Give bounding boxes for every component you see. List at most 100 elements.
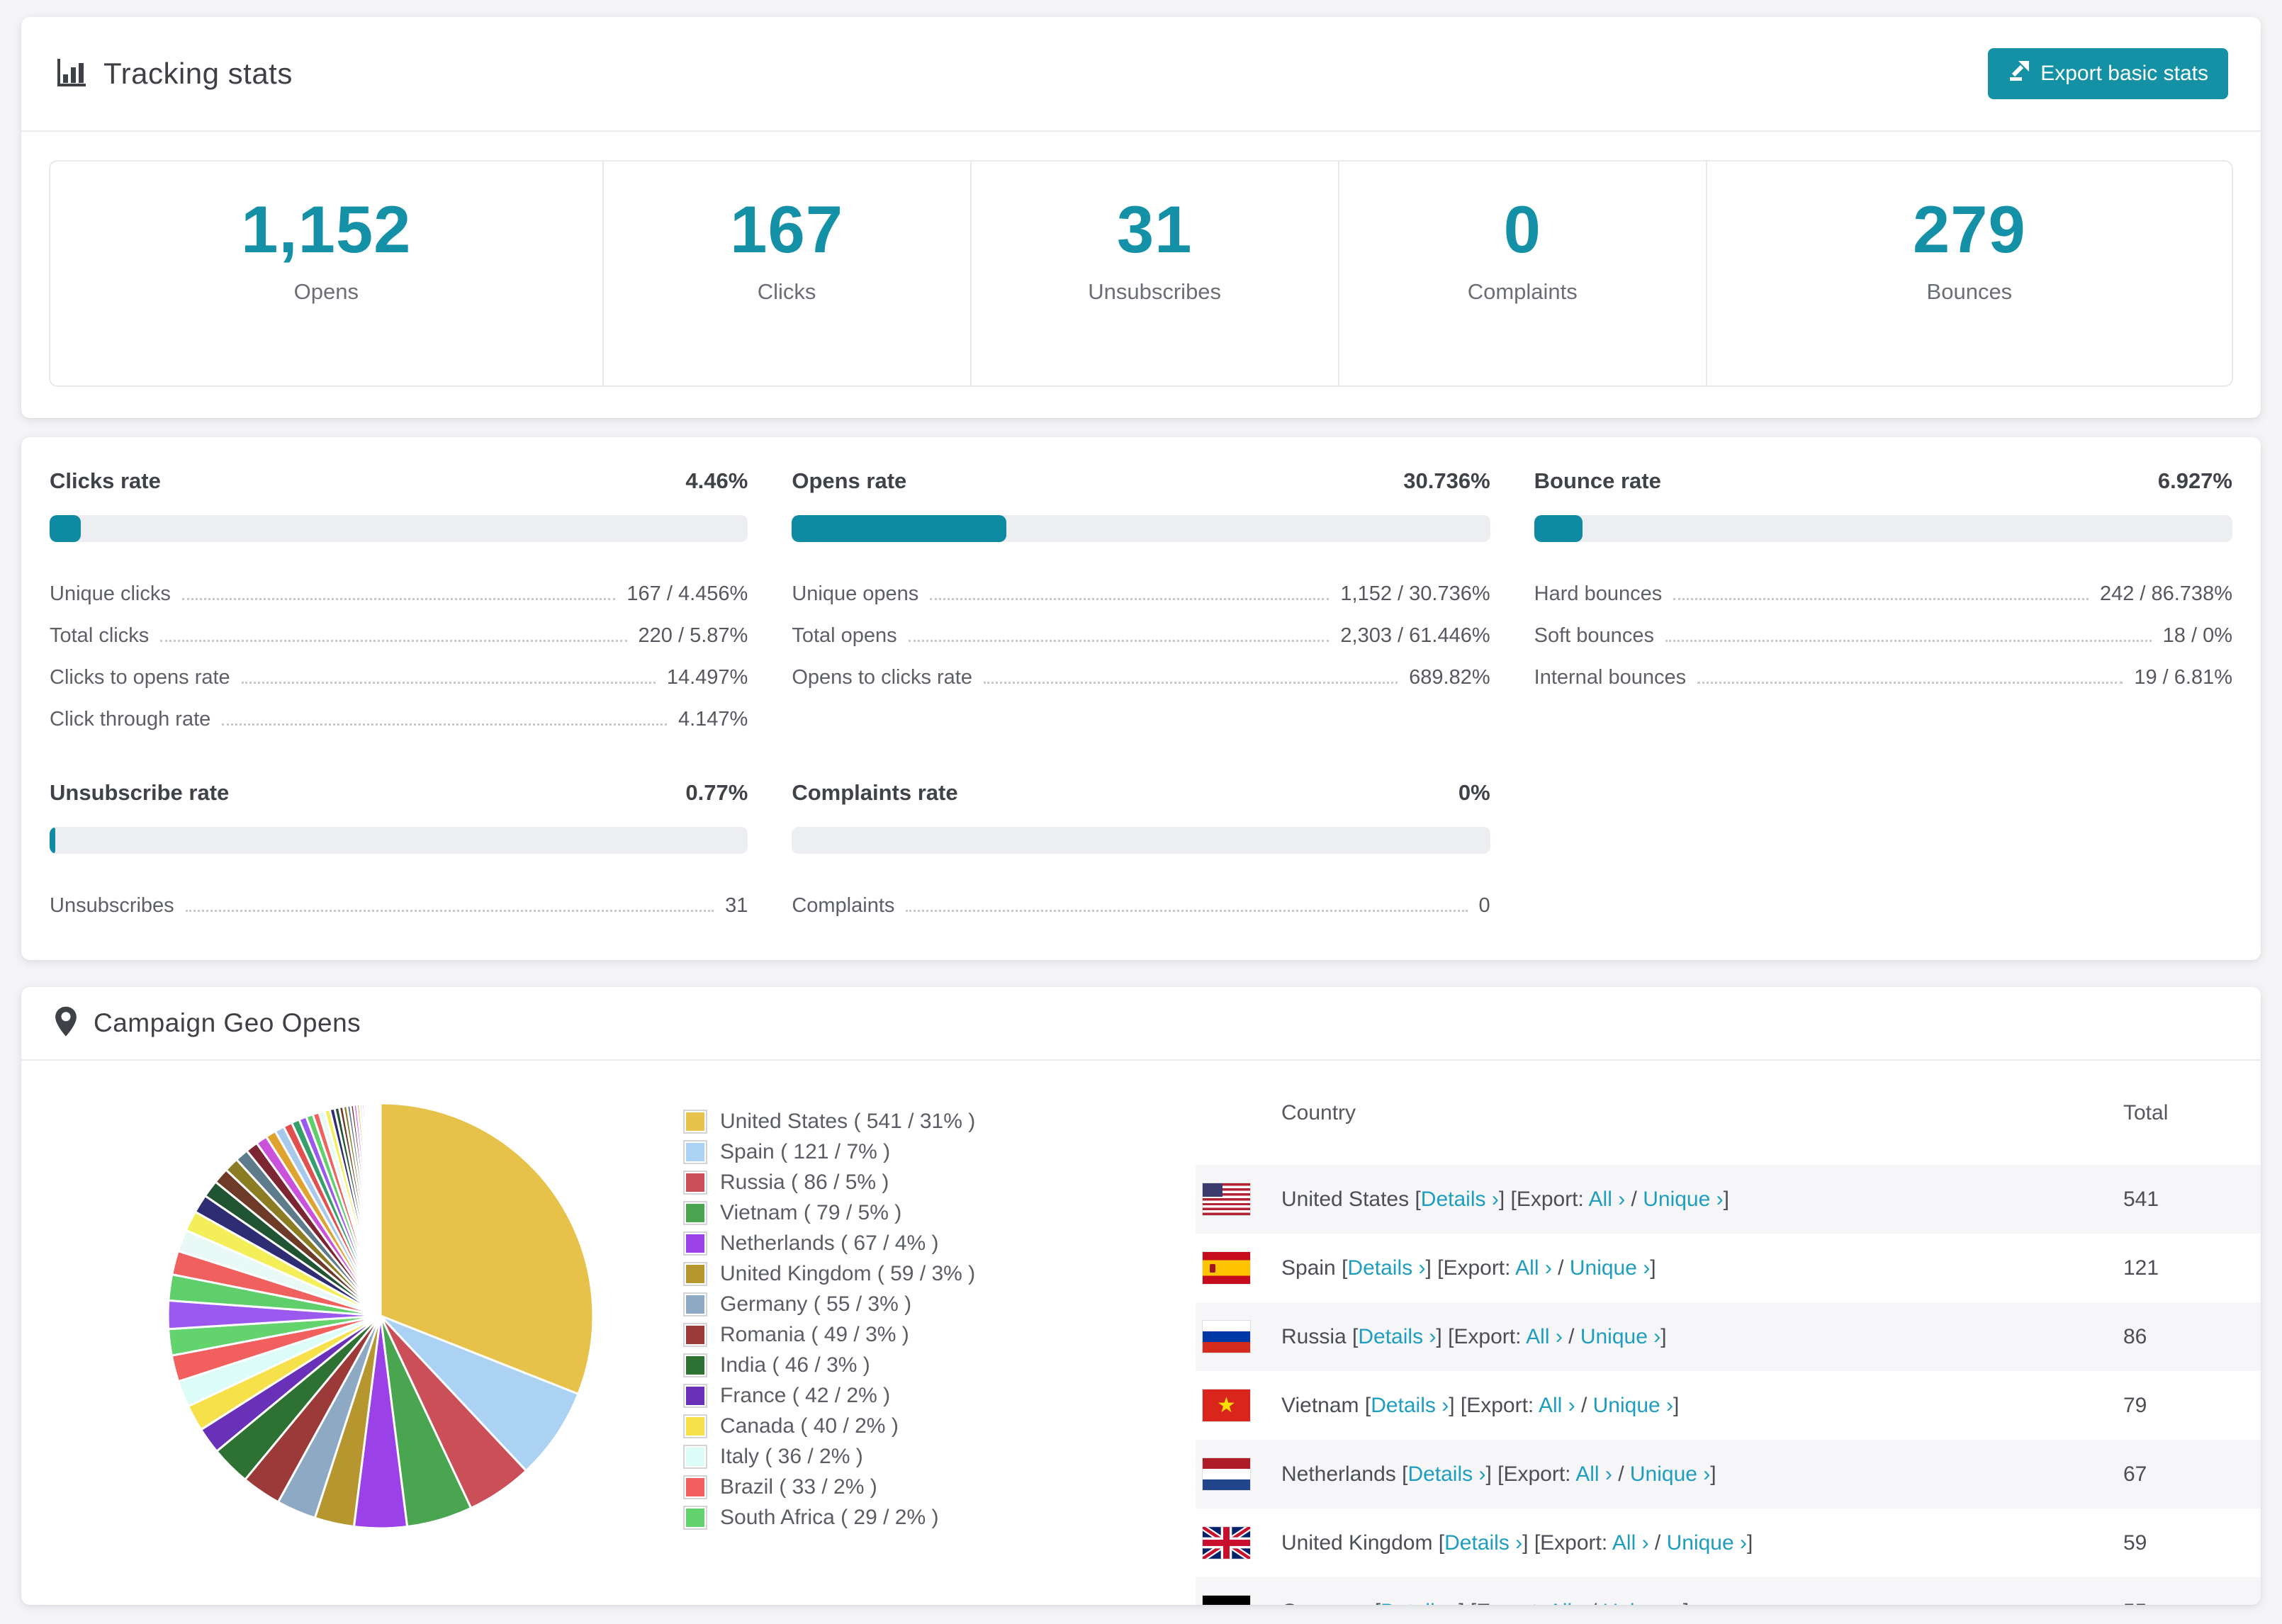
export-all-link[interactable]: All ›: [1539, 1394, 1575, 1417]
legend-item: Vietnam ( 79 / 5% ): [683, 1197, 975, 1228]
details-link[interactable]: Details ›: [1347, 1256, 1425, 1280]
export-all-link[interactable]: All ›: [1575, 1462, 1612, 1486]
flag-vietnam: ★: [1203, 1389, 1250, 1421]
legend-item: France ( 42 / 2% ): [683, 1380, 975, 1411]
table-row: Netherlands [Details ›] [Export: All › /…: [1196, 1440, 2261, 1509]
stat-row: Hard bounces 242 / 86.738%: [1534, 582, 2232, 605]
stat-row: Complaints 0: [792, 894, 1490, 917]
table-row: Germany [Details ›] [Export: All › / Uni…: [1196, 1577, 2261, 1605]
unsubscribe-rate-value: 0.77%: [685, 780, 748, 805]
export-all-link[interactable]: All ›: [1612, 1531, 1649, 1555]
stat-row: Soft bounces 18 / 0%: [1534, 624, 2232, 647]
flag-netherlands: [1203, 1458, 1250, 1490]
details-link[interactable]: Details ›: [1358, 1325, 1436, 1348]
table-row: Russia [Details ›] [Export: All › / Uniq…: [1196, 1302, 2261, 1371]
rates-card: Clicks rate 4.46% Unique clicks 167 / 4.4…: [21, 437, 2261, 960]
country-column-header: Country: [1281, 1100, 1356, 1124]
flag-germany: [1203, 1596, 1250, 1605]
stat-row: Unique opens 1,152 / 30.736%: [792, 582, 1490, 605]
stat-card-clicks: 167 Clicks: [602, 162, 970, 385]
table-header-row: Country Total: [1196, 1061, 2261, 1165]
export-unique-link[interactable]: Unique ›: [1643, 1188, 1723, 1211]
table-row: ★ Vietnam [Details ›] [Export: All › / U…: [1196, 1371, 2261, 1440]
legend-swatch: [683, 1292, 707, 1316]
complaints-rate-panel: Complaints rate 0% Complaints 0: [792, 780, 1490, 927]
country-total: 86: [2123, 1324, 2147, 1348]
flag-united-kingdom: [1203, 1527, 1250, 1559]
bounce-rate-progressbar: [1534, 515, 2232, 542]
clicks-label: Clicks: [757, 279, 816, 304]
export-unique-link[interactable]: Unique ›: [1593, 1394, 1673, 1417]
complaints-rate-value: 0%: [1458, 780, 1490, 805]
legend-swatch: [683, 1139, 707, 1164]
tracking-stats-header: Tracking stats Export basic stats: [21, 17, 2261, 132]
details-link[interactable]: Details ›: [1421, 1188, 1499, 1211]
legend-swatch: [683, 1261, 707, 1286]
export-all-link[interactable]: All ›: [1589, 1188, 1626, 1211]
complaints-rate-progressbar: [792, 827, 1490, 854]
unsubscribe-rate-panel: Unsubscribe rate 0.77% Unsubscribes 31: [50, 780, 748, 927]
export-all-link[interactable]: All ›: [1526, 1325, 1563, 1348]
export-unique-link[interactable]: Unique ›: [1570, 1256, 1650, 1280]
legend-swatch: [683, 1505, 707, 1530]
table-row: Spain [Details ›] [Export: All › / Uniqu…: [1196, 1234, 2261, 1302]
country-total: 541: [2123, 1187, 2159, 1211]
unsubscribe-rate-title: Unsubscribe rate: [50, 780, 230, 805]
legend-item: Brazil ( 33 / 2% ): [683, 1472, 975, 1502]
geo-pie-legend: United States ( 541 / 31% ) Spain ( 121 …: [683, 1106, 975, 1533]
legend-swatch: [683, 1474, 707, 1499]
export-button-label: Export basic stats: [2040, 62, 2208, 85]
bounces-count: 279: [1912, 192, 2026, 266]
opens-rate-panel: Opens rate 30.736% Unique opens 1,152 / 3…: [792, 468, 1490, 740]
legend-item: Netherlands ( 67 / 4% ): [683, 1228, 975, 1258]
export-all-link[interactable]: All ›: [1515, 1256, 1552, 1280]
summary-stats-box: 1,152 Opens 167 Clicks 31 Unsubscribes 0…: [49, 160, 2233, 387]
stat-row: Internal bounces 19 / 6.81%: [1534, 666, 2232, 689]
unsubscribes-label: Unsubscribes: [1088, 279, 1222, 304]
legend-item: Canada ( 40 / 2% ): [683, 1411, 975, 1441]
export-unique-link[interactable]: Unique ›: [1667, 1531, 1747, 1555]
opens-label: Opens: [293, 279, 359, 304]
complaints-count: 0: [1503, 192, 1541, 266]
legend-item: Italy ( 36 / 2% ): [683, 1441, 975, 1472]
export-all-link[interactable]: All ›: [1548, 1600, 1585, 1606]
legend-swatch: [683, 1170, 707, 1195]
details-link[interactable]: Details ›: [1371, 1394, 1449, 1417]
geo-body: United States ( 541 / 31% ) Spain ( 121 …: [21, 1061, 2261, 1605]
geo-pie-chart: [167, 1102, 595, 1530]
legend-swatch: [683, 1109, 707, 1134]
export-basic-stats-button[interactable]: Export basic stats: [1988, 48, 2228, 99]
complaints-rate-title: Complaints rate: [792, 780, 958, 805]
tracking-stats-card: Tracking stats Export basic stats 1,152 …: [21, 17, 2261, 418]
geo-header: Campaign Geo Opens: [21, 987, 2261, 1061]
table-row: United States [Details ›] [Export: All ›…: [1196, 1165, 2261, 1234]
stat-card-complaints: 0 Complaints: [1337, 162, 1706, 385]
export-unique-link[interactable]: Unique ›: [1603, 1600, 1683, 1606]
stat-row: Unique clicks 167 / 4.456%: [50, 582, 748, 605]
complaints-label: Complaints: [1467, 279, 1578, 304]
export-unique-link[interactable]: Unique ›: [1630, 1462, 1710, 1486]
bounce-rate-panel: Bounce rate 6.927% Hard bounces 242 / 86.…: [1534, 468, 2232, 740]
stat-row: Click through rate 4.147%: [50, 708, 748, 731]
legend-swatch: [683, 1200, 707, 1225]
stat-row: Clicks to opens rate 14.497%: [50, 666, 748, 689]
legend-item: Romania ( 49 / 3% ): [683, 1319, 975, 1350]
legend-swatch: [683, 1353, 707, 1377]
campaign-geo-opens-card: Campaign Geo Opens United States ( 541 /…: [21, 987, 2261, 1605]
details-link[interactable]: Details ›: [1407, 1462, 1485, 1486]
stat-card-unsubscribes: 31 Unsubscribes: [969, 162, 1338, 385]
bounces-label: Bounces: [1926, 279, 2013, 304]
export-unique-link[interactable]: Unique ›: [1580, 1325, 1660, 1348]
details-link[interactable]: Details ›: [1381, 1600, 1458, 1606]
details-link[interactable]: Details ›: [1444, 1531, 1522, 1555]
legend-item: Spain ( 121 / 7% ): [683, 1137, 975, 1167]
page-title: Tracking stats: [103, 57, 293, 90]
stat-card-bounces: 279 Bounces: [1705, 162, 2232, 385]
flag-united-states: [1203, 1183, 1250, 1215]
opens-count: 1,152: [241, 192, 412, 266]
clicks-count: 167: [730, 192, 844, 266]
stat-row: Unsubscribes 31: [50, 894, 748, 917]
rates-grid: Clicks rate 4.46% Unique clicks 167 / 4.4…: [21, 437, 2261, 955]
clicks-rate-value: 4.46%: [685, 468, 748, 493]
stat-card-opens: 1,152 Opens: [50, 162, 602, 385]
